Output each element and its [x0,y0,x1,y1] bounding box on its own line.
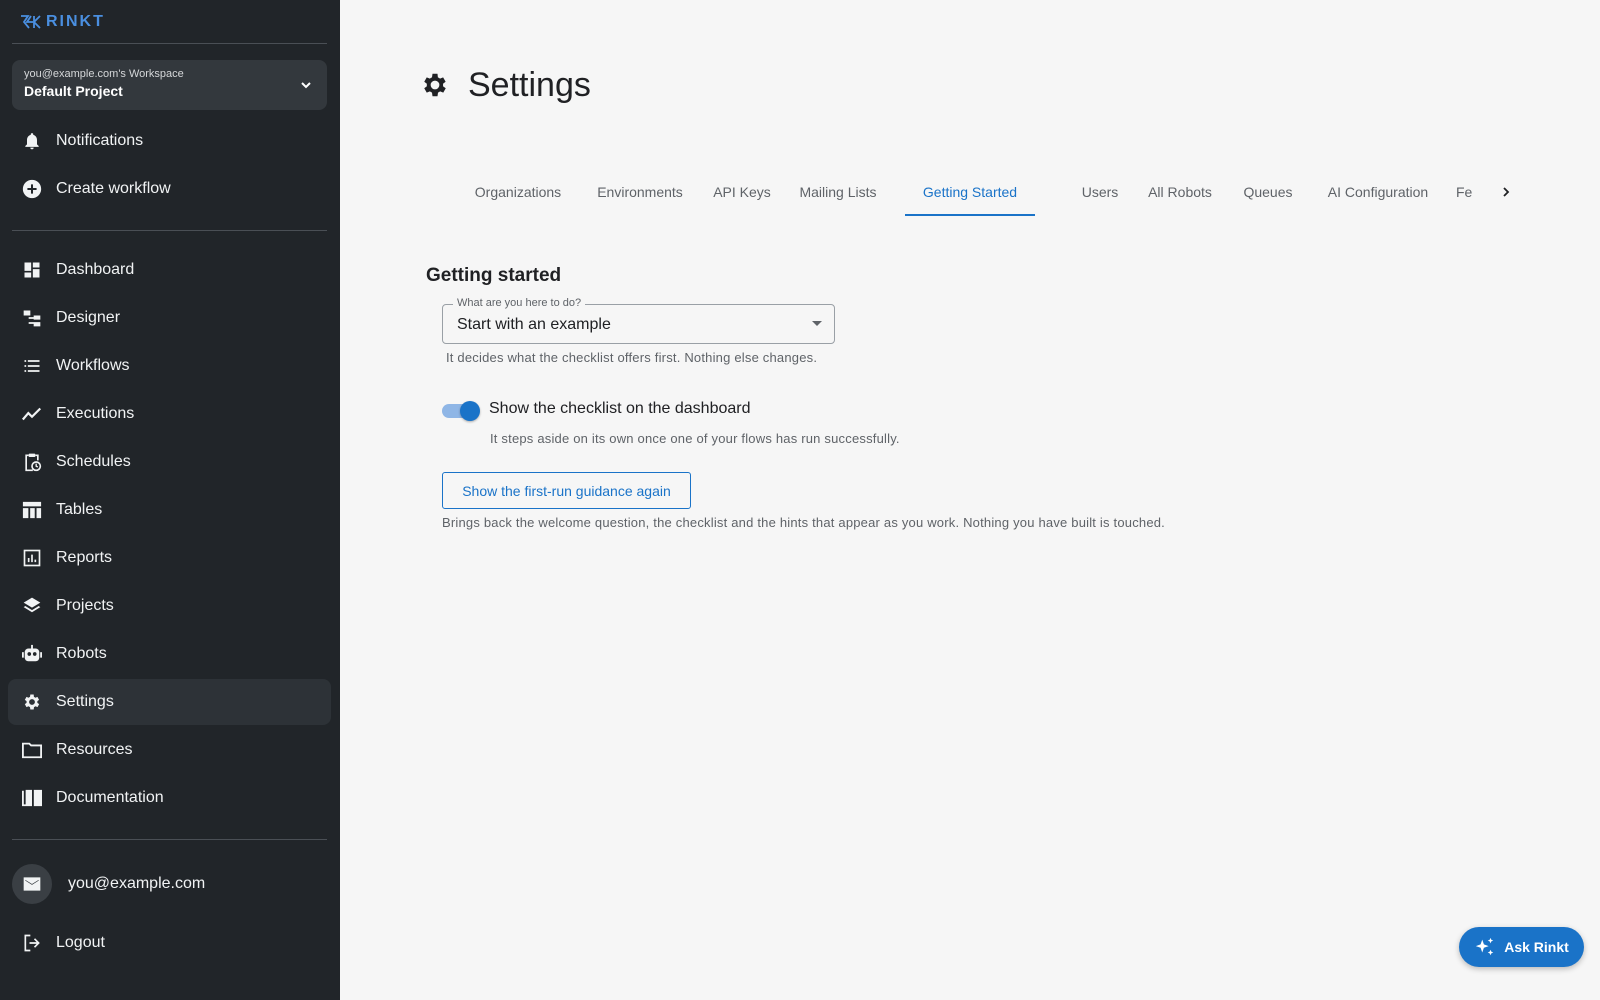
tabs-scroll-right-button[interactable] [1494,180,1518,204]
sidebar-item-label: Executions [56,405,135,422]
show-guidance-helper: Brings back the welcome question, the ch… [442,515,1165,530]
sidebar-item-label: Schedules [56,453,131,470]
logout-label: Logout [56,934,105,951]
sidebar-item-settings[interactable]: Settings [8,679,331,725]
purpose-select-value: Start with an example [457,316,611,333]
sidebar-item-projects[interactable]: Projects [8,583,331,629]
sidebar-item-reports[interactable]: Reports [8,535,331,581]
sidebar-item-label: Robots [56,645,107,662]
sidebar-item-designer[interactable]: Designer [8,295,331,341]
sidebar-item-resources[interactable]: Resources [8,727,331,773]
sidebar-item-label: Reports [56,549,113,566]
workspace-selector[interactable]: you@example.com's Workspace Default Proj… [12,60,327,110]
checklist-toggle[interactable] [442,400,480,422]
sidebar-item-label: Notifications [56,132,144,149]
sidebar-item-notifications[interactable]: Notifications [8,118,331,164]
page-header: Settings [420,62,591,108]
folder-icon [21,739,43,761]
bar-chart-icon [21,547,43,569]
tab-organizations[interactable]: Organizations [460,168,576,216]
tab-environments[interactable]: Environments [586,168,694,216]
logout-icon [21,932,43,954]
plus-circle-icon [21,178,43,200]
toggle-thumb [460,401,480,421]
sparkle-icon [1476,937,1494,956]
tab-queues[interactable]: Queues [1230,168,1306,216]
user-account[interactable]: you@example.com [12,864,205,904]
clipboard-clock-icon [21,451,43,473]
dashboard-icon [21,259,43,281]
mail-icon [23,877,41,891]
gear-icon [21,691,43,713]
chevron-right-icon [1503,187,1510,197]
sidebar-item-dashboard[interactable]: Dashboard [8,247,331,293]
book-icon [21,787,43,809]
tab-strip: Organizations Environments API Keys Mail… [460,168,1480,218]
sidebar-item-executions[interactable]: Executions [8,391,331,437]
sidebar-item-label: Documentation [56,789,164,806]
robot-icon [21,643,43,665]
sidebar-item-label: Workflows [56,357,130,374]
tab-ai-configuration[interactable]: AI Configuration [1318,168,1438,216]
gear-icon [424,73,446,97]
trend-line-icon [21,403,43,425]
sidebar-item-label: Create workflow [56,180,171,197]
list-icon [21,355,43,377]
sidebar: RINKT you@example.com's Workspace Defaul… [0,0,340,1000]
table-icon [21,499,43,521]
sidebar-divider [12,839,327,840]
logo-text: RINKT [46,13,105,30]
tab-mailing-lists[interactable]: Mailing Lists [790,168,886,216]
tab-getting-started[interactable]: Getting Started [905,168,1035,216]
sidebar-item-schedules[interactable]: Schedules [8,439,331,485]
sidebar-item-robots[interactable]: Robots [8,631,331,677]
active-tab-indicator [905,214,1035,216]
purpose-select[interactable]: What are you here to do? Start with an e… [442,297,835,344]
sidebar-item-create-workflow[interactable]: Create workflow [8,166,331,212]
ask-rinkt-button[interactable]: Ask Rinkt [1459,927,1584,967]
checklist-toggle-label: Show the checklist on the dashboard [489,400,751,417]
purpose-select-helper: It decides what the checklist offers fir… [446,350,818,365]
workspace-project: Default Project [24,83,123,99]
logout-button[interactable]: Logout [8,920,331,966]
sidebar-item-label: Projects [56,597,114,614]
sidebar-item-label: Tables [56,501,103,518]
page-title: Settings [468,65,591,104]
avatar [12,864,52,904]
sidebar-item-tables[interactable]: Tables [8,487,331,533]
tab-all-robots[interactable]: All Robots [1130,168,1230,216]
sidebar-divider [12,43,327,44]
sidebar-item-label: Resources [56,741,133,758]
chevron-down-icon [301,82,311,89]
sidebar-item-label: Settings [56,693,114,710]
purpose-select-label: What are you here to do? [453,297,586,309]
ask-rinkt-label: Ask Rinkt [1504,939,1569,955]
tab-truncated[interactable]: Fe [1456,168,1480,216]
dropdown-arrow-icon [812,321,822,326]
user-email: you@example.com [68,875,206,892]
checklist-toggle-helper: It steps aside on its own once one of yo… [490,431,900,446]
sidebar-item-documentation[interactable]: Documentation [8,775,331,821]
sidebar-item-label: Designer [56,309,121,326]
tab-api-keys[interactable]: API Keys [704,168,780,216]
sidebar-item-workflows[interactable]: Workflows [8,343,331,389]
layers-icon [21,595,43,617]
workspace-owner: you@example.com's Workspace [24,68,184,80]
sidebar-divider [12,230,327,231]
bell-icon [21,130,43,152]
designer-icon [21,307,43,329]
show-guidance-button[interactable]: Show the first-run guidance again [442,472,691,509]
sidebar-item-label: Dashboard [56,261,135,278]
brand-logo[interactable]: RINKT [20,12,105,32]
settings-tabs: Organizations Environments API Keys Mail… [460,168,1520,218]
section-title: Getting started [426,265,562,286]
logo-mark-icon [21,15,41,29]
